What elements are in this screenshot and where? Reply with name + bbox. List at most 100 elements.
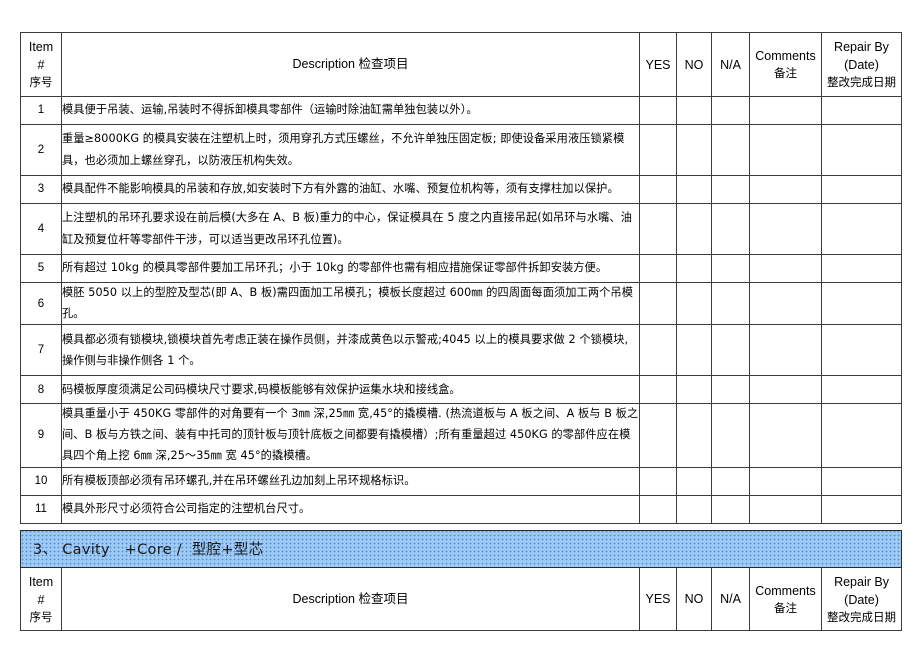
- row-yes-cell[interactable]: [639, 494, 677, 524]
- row-number: 7: [20, 324, 62, 377]
- row-comments-cell[interactable]: [749, 123, 822, 176]
- checklist-table-top: Item # 序号 Description 检查项目 YES NO N/A Co…: [20, 32, 902, 524]
- row-yes-cell[interactable]: [639, 253, 677, 283]
- row-na-cell[interactable]: [711, 174, 750, 204]
- column-header-repair-line2: (Date): [844, 58, 879, 73]
- row-na-cell[interactable]: [711, 123, 750, 176]
- row-repair-cell[interactable]: [821, 95, 902, 125]
- column-header-description: Description 检查项目: [61, 32, 640, 97]
- checklist-table-bottom: 3、 Cavity +Core / 型腔+型芯 Item # 序号 Descri…: [19, 529, 903, 632]
- row-description: 模胚 5050 以上的型腔及型芯(即 A、B 板)需四面加工吊模孔；模板长度超过…: [61, 281, 640, 326]
- row-na-cell[interactable]: [711, 375, 750, 405]
- row-repair-cell[interactable]: [821, 403, 902, 468]
- column-header-comments: Comments 备注: [749, 566, 822, 632]
- row-repair-cell[interactable]: [821, 494, 902, 524]
- row-comments-cell[interactable]: [749, 95, 822, 125]
- row-repair-cell[interactable]: [821, 375, 902, 405]
- row-yes-cell[interactable]: [639, 123, 677, 176]
- column-header-comments-en: Comments: [755, 583, 816, 598]
- row-no-cell[interactable]: [676, 466, 712, 496]
- row-yes-cell[interactable]: [639, 466, 677, 496]
- row-na-cell[interactable]: [711, 202, 750, 255]
- row-comments-cell[interactable]: [749, 281, 822, 326]
- row-no-cell[interactable]: [676, 324, 712, 377]
- row-comments-cell[interactable]: [749, 403, 822, 468]
- table-row: 5 所有超过 10kg 的模具零部件要加工吊环孔；小于 10kg 的零部件也需有…: [20, 253, 902, 283]
- column-header-item-line1: Item: [28, 40, 54, 54]
- row-yes-cell[interactable]: [639, 95, 677, 125]
- row-no-cell[interactable]: [676, 403, 712, 468]
- column-header-item-line2: #: [37, 58, 45, 73]
- row-no-cell[interactable]: [676, 253, 712, 283]
- row-no-cell[interactable]: [676, 123, 712, 176]
- row-yes-cell[interactable]: [639, 281, 677, 326]
- row-description: 上注塑机的吊环孔要求设在前后模(大多在 A、B 板)重力的中心，保证模具在 5 …: [61, 202, 640, 255]
- row-na-cell[interactable]: [711, 324, 750, 377]
- row-yes-cell[interactable]: [639, 174, 677, 204]
- row-na-cell[interactable]: [711, 403, 750, 468]
- row-description: 模具重量小于 450KG 零部件的对角要有一个 3㎜ 深,25㎜ 宽,45°的撬…: [61, 403, 640, 468]
- row-na-cell[interactable]: [711, 494, 750, 524]
- row-description: 模具都必须有锁模块,锁模块首先考虑正装在操作员侧，并漆成黄色以示警戒;4045 …: [61, 324, 640, 377]
- row-comments-cell[interactable]: [749, 375, 822, 405]
- row-comments-cell[interactable]: [749, 466, 822, 496]
- row-number: 6: [20, 281, 62, 326]
- row-no-cell[interactable]: [676, 375, 712, 405]
- row-repair-cell[interactable]: [821, 324, 902, 377]
- row-number: 11: [20, 494, 62, 524]
- row-yes-cell[interactable]: [639, 403, 677, 468]
- row-no-cell[interactable]: [676, 95, 712, 125]
- row-comments-cell[interactable]: [749, 202, 822, 255]
- table-row: 7 模具都必须有锁模块,锁模块首先考虑正装在操作员侧，并漆成黄色以示警戒;404…: [20, 324, 902, 377]
- row-comments-cell[interactable]: [749, 174, 822, 204]
- column-header-comments-cn: 备注: [774, 600, 797, 615]
- column-header-item-line2: #: [37, 592, 45, 607]
- column-header-item: Item # 序号: [20, 566, 62, 632]
- row-yes-cell[interactable]: [639, 375, 677, 405]
- row-comments-cell[interactable]: [749, 253, 822, 283]
- row-description: 所有模板顶部必须有吊环螺孔,并在吊环螺丝孔边加刻上吊环规格标识。: [61, 466, 640, 496]
- row-na-cell[interactable]: [711, 466, 750, 496]
- row-na-cell[interactable]: [711, 253, 750, 283]
- column-header-repair: Repair By (Date) 整改完成日期: [821, 32, 902, 97]
- row-no-cell[interactable]: [676, 174, 712, 204]
- row-repair-cell[interactable]: [821, 202, 902, 255]
- column-header-no: NO: [676, 32, 712, 97]
- row-description: 模具配件不能影响模具的吊装和存放,如安装时下方有外露的油缸、水嘴、预复位机构等，…: [61, 174, 640, 204]
- row-repair-cell[interactable]: [821, 174, 902, 204]
- row-repair-cell[interactable]: [821, 466, 902, 496]
- row-comments-cell[interactable]: [749, 494, 822, 524]
- column-header-item-cn: 序号: [29, 609, 53, 624]
- column-header-description-en: Description: [292, 57, 356, 72]
- row-number: 1: [20, 95, 62, 125]
- column-header-comments-cn: 备注: [774, 66, 797, 81]
- row-comments-cell[interactable]: [749, 324, 822, 377]
- row-number: 4: [20, 202, 62, 255]
- section-header-cell: 3、 Cavity +Core / 型腔+型芯: [19, 529, 903, 568]
- row-number: 2: [20, 123, 62, 176]
- row-yes-cell[interactable]: [639, 202, 677, 255]
- row-na-cell[interactable]: [711, 95, 750, 125]
- row-repair-cell[interactable]: [821, 281, 902, 326]
- row-repair-cell[interactable]: [821, 253, 902, 283]
- row-yes-cell[interactable]: [639, 324, 677, 377]
- row-no-cell[interactable]: [676, 494, 712, 524]
- column-header-description-en: Description: [292, 591, 356, 606]
- column-header-repair: Repair By (Date) 整改完成日期: [820, 566, 903, 632]
- column-header-repair-line1: Repair By: [834, 40, 889, 54]
- row-description: 重量≥8000KG 的模具安装在注塑机上时，须用穿孔方式压螺丝，不允许单独压固定…: [61, 123, 640, 176]
- column-header-na: N/A: [711, 32, 750, 97]
- table-row: 10 所有模板顶部必须有吊环螺孔,并在吊环螺丝孔边加刻上吊环规格标识。: [20, 466, 902, 496]
- row-description: 码模板厚度须满足公司码模块尺寸要求,码模板能够有效保护运集水块和接线盒。: [61, 375, 640, 405]
- row-no-cell[interactable]: [676, 281, 712, 326]
- table-row: 3 模具配件不能影响模具的吊装和存放,如安装时下方有外露的油缸、水嘴、预复位机构…: [20, 174, 902, 204]
- row-na-cell[interactable]: [711, 281, 750, 326]
- row-number: 8: [20, 375, 62, 405]
- row-no-cell[interactable]: [676, 202, 712, 255]
- column-header-yes: YES: [639, 566, 677, 632]
- section-header-row: 3、 Cavity +Core / 型腔+型芯: [19, 529, 903, 568]
- column-header-no: NO: [676, 566, 712, 632]
- row-repair-cell[interactable]: [821, 123, 902, 176]
- table-row: 6 模胚 5050 以上的型腔及型芯(即 A、B 板)需四面加工吊模孔；模板长度…: [20, 281, 902, 326]
- document-page: Item # 序号 Description 检查项目 YES NO N/A Co…: [0, 0, 920, 651]
